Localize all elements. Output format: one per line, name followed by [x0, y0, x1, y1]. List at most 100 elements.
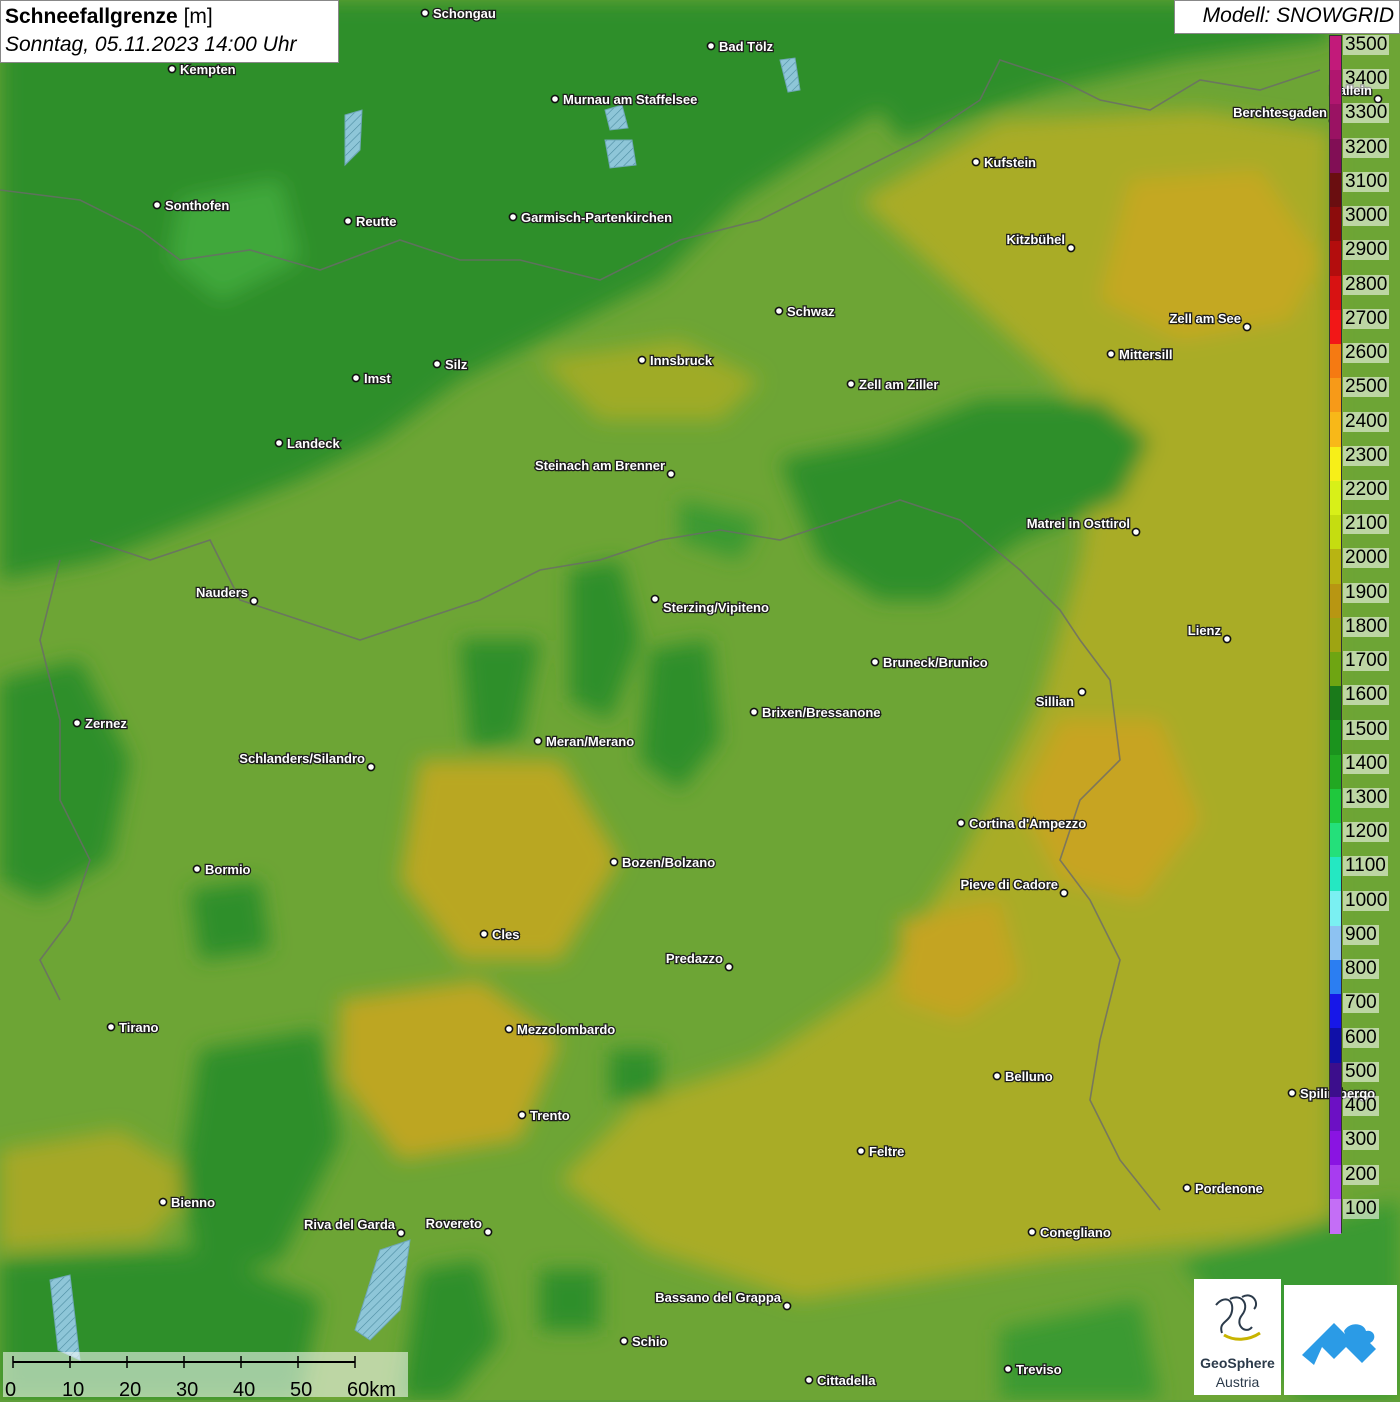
legend-label: 200 [1343, 1163, 1379, 1185]
legend-label: 2100 [1343, 513, 1390, 535]
title-unit: [m] [183, 5, 213, 28]
city-marker[interactable]: Murnau am Staffelsee [550, 91, 699, 108]
legend-label: 3200 [1343, 136, 1390, 158]
legend-label: 2800 [1343, 273, 1390, 295]
city-dot-icon [550, 94, 560, 104]
scale-bar: 0 10 20 30 40 50 60km [3, 1352, 408, 1401]
legend-swatch [1330, 788, 1341, 824]
city-label: Treviso [1016, 1362, 1062, 1377]
city-label: Conegliano [1040, 1225, 1111, 1240]
city-label: Cles [492, 927, 519, 942]
legend-swatch [1330, 343, 1341, 379]
legend-label: 3000 [1343, 205, 1390, 227]
legend-label: 1800 [1343, 615, 1390, 637]
snowfall-limit-map[interactable]: Schongau Kempten Bad Tölz Murnau am Staffel… [0, 0, 1400, 1400]
legend-swatch [1330, 275, 1341, 310]
city-marker[interactable]: Sonthofen [152, 197, 231, 214]
city-label: Bruneck/Brunico [883, 655, 988, 670]
city-dot-icon [971, 157, 981, 167]
city-marker[interactable]: Zell am Ziller [846, 376, 940, 393]
legend-label: 2700 [1343, 307, 1390, 329]
city-label: Kufstein [984, 155, 1036, 170]
city-dot-icon [856, 1146, 866, 1156]
legend-swatch [1330, 651, 1341, 687]
city-dot-icon [1106, 349, 1116, 359]
city-marker[interactable]: Garmisch-Partenkirchen [508, 209, 673, 226]
city-dot-icon [804, 1375, 814, 1385]
city-label: Cortina d'Ampezzo [969, 816, 1086, 831]
legend-label: 1600 [1343, 684, 1390, 706]
city-label: Innsbruck [650, 353, 713, 368]
city-label: Mittersill [1119, 347, 1172, 362]
legend-swatch [1330, 754, 1341, 789]
city-label: Kitzbühel [1007, 232, 1066, 247]
legend-swatch [1330, 480, 1341, 516]
city-marker[interactable]: Cittadella [804, 1372, 878, 1389]
legend-swatch [1330, 1028, 1341, 1063]
city-dot-icon [666, 469, 676, 479]
city-dot-icon [351, 373, 361, 383]
legend-swatch [1330, 891, 1341, 926]
legend-swatch [1330, 104, 1341, 139]
snowgrid-logo [1284, 1285, 1397, 1395]
city-dot-icon [274, 438, 284, 448]
city-dot-icon [1066, 243, 1076, 253]
city-dot-icon [956, 818, 966, 828]
city-dot-icon [992, 1071, 1002, 1081]
city-label: Zell am Ziller [859, 377, 938, 392]
city-marker[interactable]: Innsbruck [637, 352, 714, 369]
legend-label: 900 [1343, 923, 1379, 945]
legend-swatch [1330, 857, 1341, 892]
city-dot-icon [846, 379, 856, 389]
legend-label: 1500 [1343, 718, 1390, 740]
city-marker[interactable]: Mezzolombardo [504, 1021, 617, 1038]
legend-swatch [1330, 959, 1341, 995]
city-dot-icon [192, 864, 202, 874]
legend-swatch [1330, 378, 1341, 413]
city-dot-icon [533, 736, 543, 746]
legend-swatch [1330, 309, 1341, 344]
city-dot-icon [420, 8, 430, 18]
city-dot-icon [508, 212, 518, 222]
scale-tick-label: 60km [347, 1379, 396, 1401]
map-title: Schneefallgrenze [m] [5, 3, 334, 31]
city-label: Reutte [356, 214, 396, 229]
city-dot-icon [749, 707, 759, 717]
city-marker[interactable]: Schongau [420, 5, 497, 22]
city-marker[interactable]: Bruneck/Brunico [870, 654, 989, 671]
city-dot-icon [106, 1022, 116, 1032]
legend-swatch [1330, 925, 1341, 960]
city-marker[interactable]: Cortina d'Ampezzo [956, 815, 1088, 832]
legend-swatch [1330, 36, 1341, 71]
city-label: Garmisch-Partenkirchen [521, 210, 672, 225]
city-dot-icon [1059, 888, 1069, 898]
city-marker[interactable]: Meran/Merano [533, 733, 635, 750]
city-marker[interactable]: Brixen/Bressanone [749, 704, 882, 721]
city-label: Pieve di Cadore [960, 877, 1058, 892]
city-label: Sillian [1036, 694, 1074, 709]
city-marker[interactable]: Pordenone [1182, 1180, 1264, 1197]
city-label: Zell am See [1169, 311, 1241, 326]
city-label: Kempten [180, 62, 236, 77]
city-dot-icon [1242, 322, 1252, 332]
legend-swatch [1330, 1096, 1341, 1131]
city-label: Nauders [196, 585, 248, 600]
legend-swatch [1330, 1062, 1341, 1097]
city-dot-icon [396, 1228, 406, 1238]
scale-tick-label: 0 [5, 1379, 17, 1401]
city-label: Schongau [433, 6, 496, 21]
legend-swatch [1330, 446, 1341, 481]
legend-label: 3100 [1343, 170, 1390, 192]
city-dot-icon [517, 1110, 527, 1120]
city-label: Tirano [119, 1020, 159, 1035]
city-dot-icon [1287, 1088, 1297, 1098]
city-marker[interactable]: Bozen/Bolzano [609, 854, 717, 871]
city-label: Steinach am Brenner [535, 458, 665, 473]
city-marker[interactable]: Conegliano [1027, 1224, 1112, 1241]
city-label: Cittadella [817, 1373, 876, 1388]
city-dot-icon [249, 596, 259, 606]
scale-tick-label: 30 [176, 1379, 199, 1401]
map-date: Sonntag, 05.11.2023 14:00 Uhr [5, 33, 297, 56]
legend-swatch [1330, 994, 1341, 1029]
city-label: Brixen/Bressanone [762, 705, 881, 720]
